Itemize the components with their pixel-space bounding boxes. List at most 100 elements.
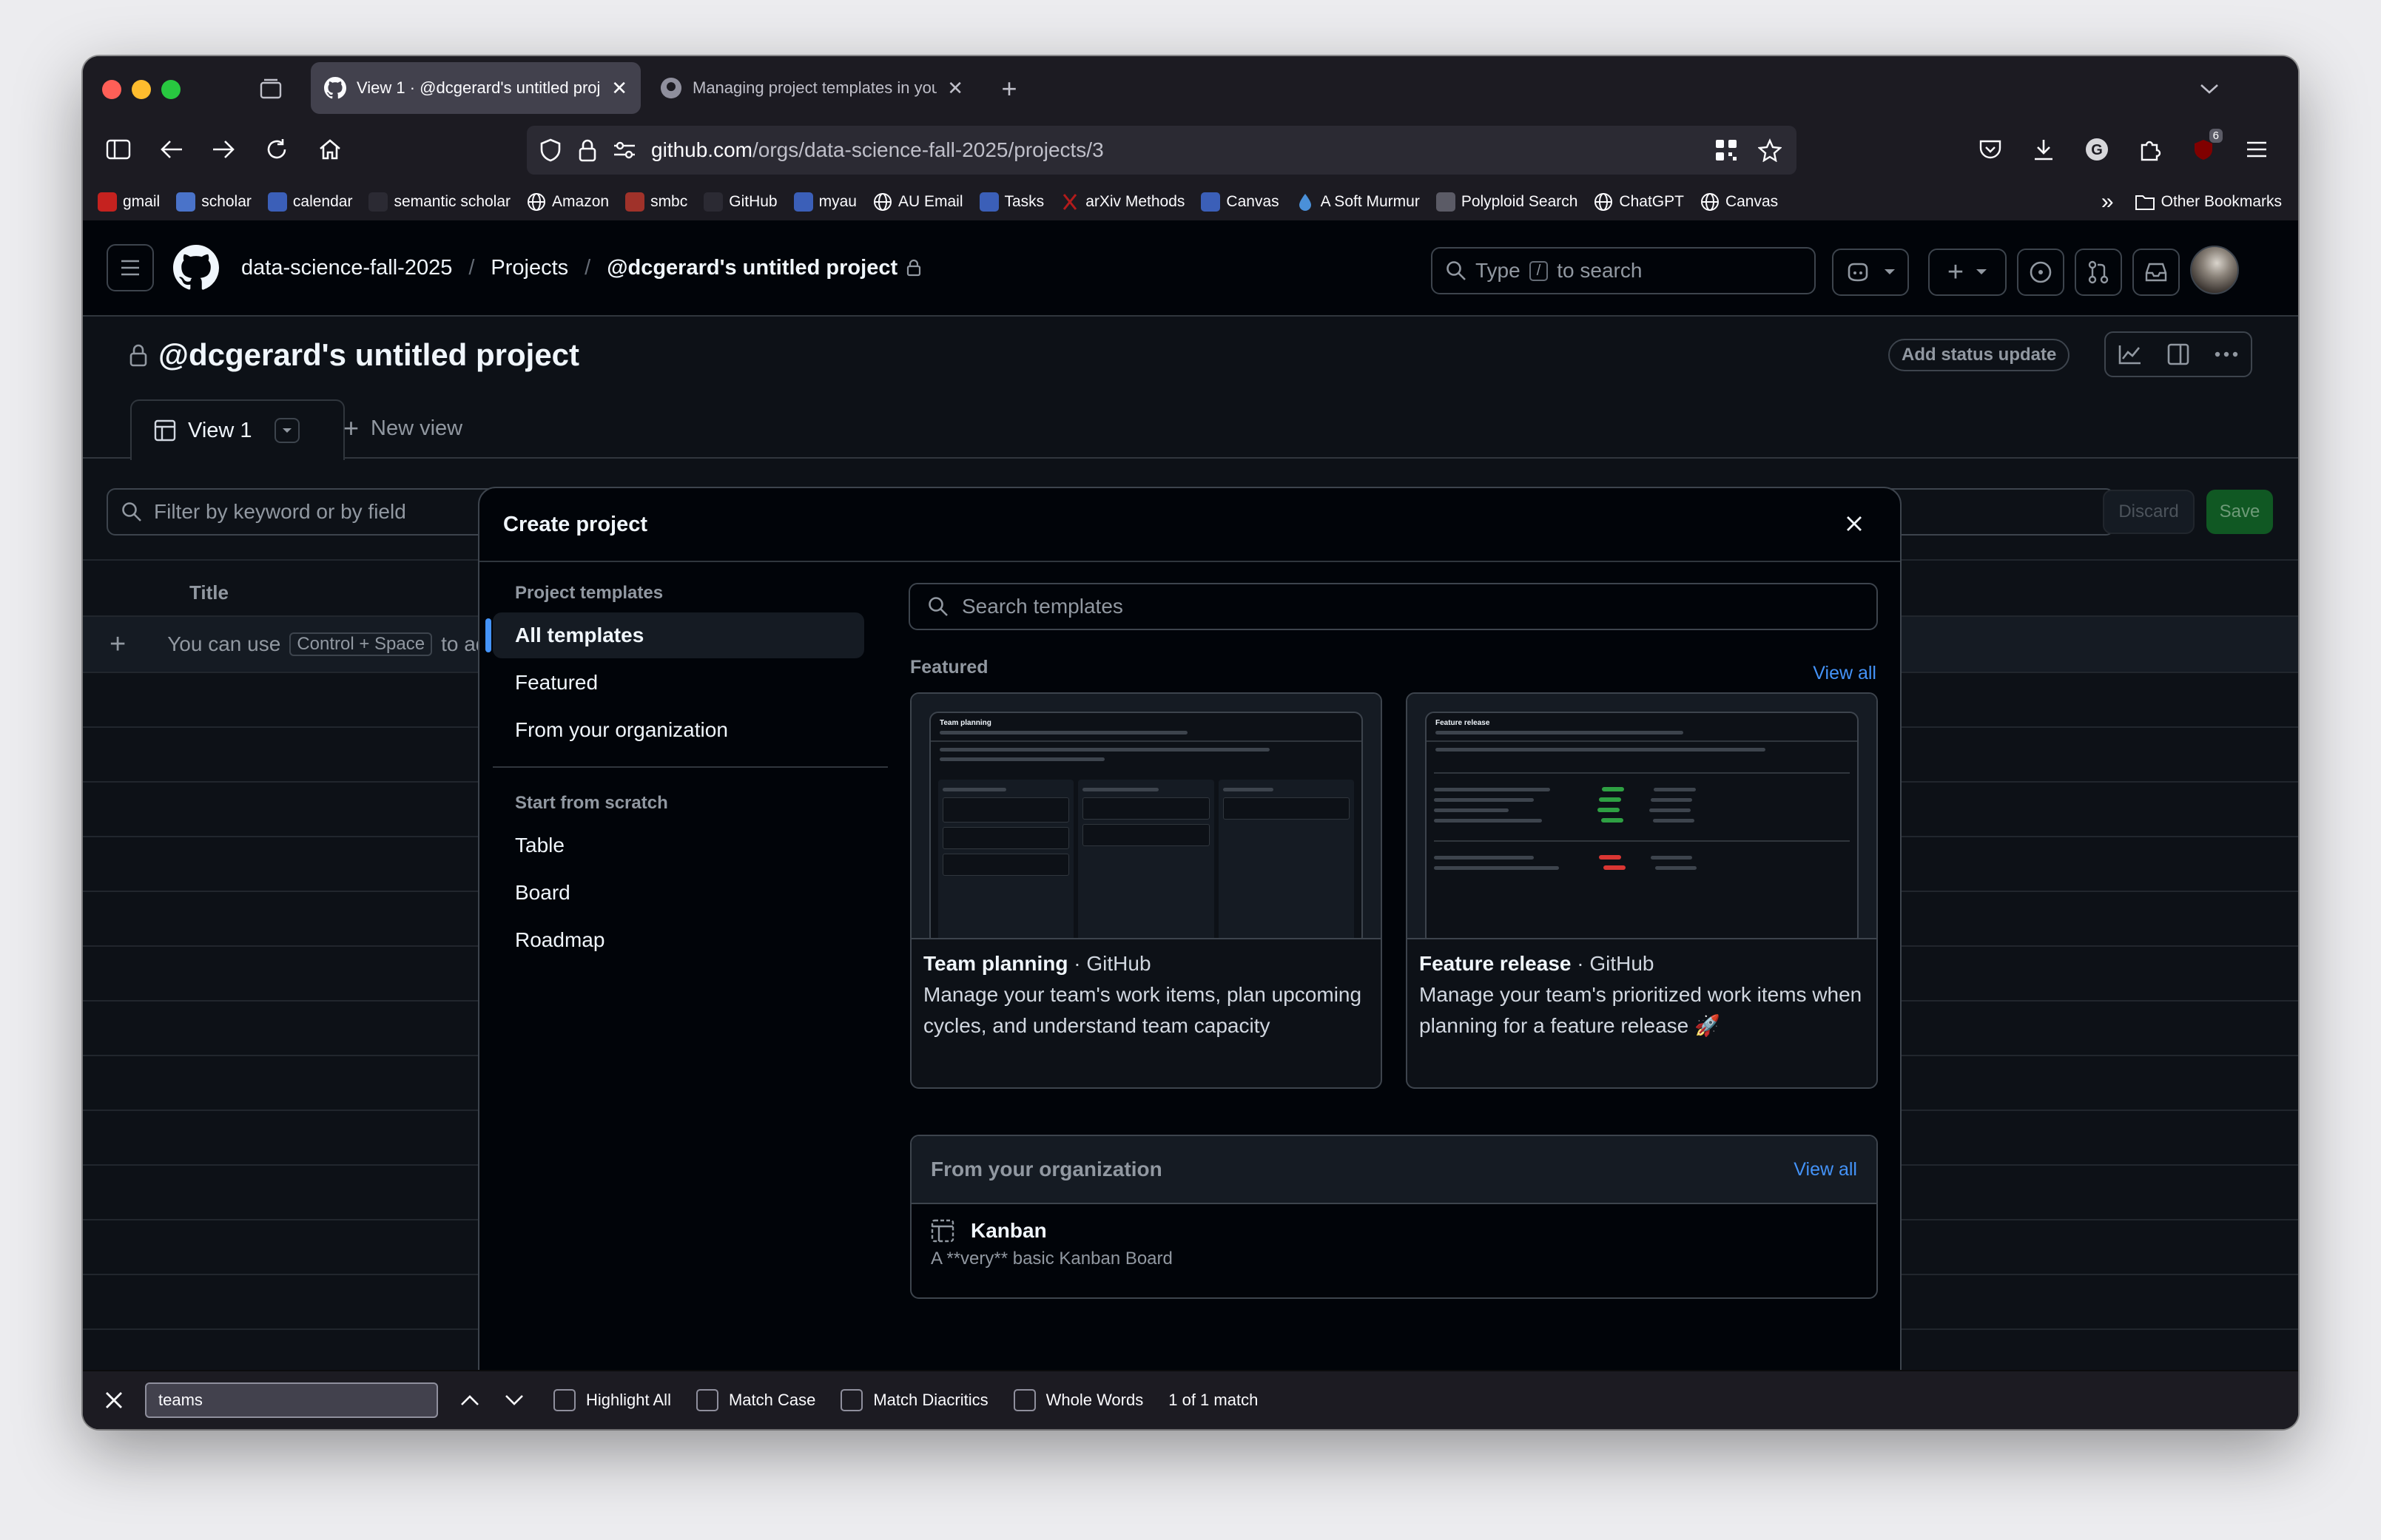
find-next-chevron-icon[interactable] (505, 1394, 524, 1406)
more-bookmarks-chevron-icon[interactable]: » (2101, 189, 2114, 215)
list-all-tabs-chevron-icon[interactable] (2189, 68, 2230, 109)
search-prefix: Type (1475, 259, 1520, 282)
sidebar-item-board[interactable]: Board (493, 870, 864, 916)
match-case-checkbox[interactable] (696, 1389, 718, 1411)
insights-chart-icon[interactable] (2118, 344, 2142, 365)
dialog-close-icon[interactable] (1844, 513, 1865, 534)
match-diacritics-checkbox[interactable] (841, 1389, 863, 1411)
org-view-all-link[interactable]: View all (1794, 1159, 1857, 1181)
app-menu-hamburger-icon[interactable] (2236, 129, 2277, 170)
bookmark-a-soft-murmur[interactable]: A Soft Murmur (1296, 192, 1420, 212)
reload-icon[interactable] (256, 129, 297, 170)
bookmark-semantic-scholar[interactable]: semantic scholar (368, 192, 511, 212)
lock-icon[interactable] (579, 138, 596, 162)
bookmark-chatgpt[interactable]: ChatGPT (1594, 192, 1684, 212)
create-new-button[interactable]: + (1928, 249, 2007, 296)
close-tab-icon[interactable]: ✕ (947, 77, 963, 100)
global-nav-menu-button[interactable] (107, 244, 154, 291)
breadcrumb-org[interactable]: data-science-fall-2025 (241, 256, 452, 280)
github-logo-icon[interactable] (173, 245, 219, 291)
highlight-all-checkbox[interactable] (553, 1389, 576, 1411)
pocket-icon[interactable] (1970, 129, 2011, 170)
match-case-option[interactable]: Match Case (696, 1389, 815, 1411)
find-input[interactable]: teams (145, 1382, 438, 1418)
bookmark-gmail[interactable]: gmail (98, 192, 160, 212)
find-previous-chevron-icon[interactable] (460, 1394, 479, 1406)
bookmark-au-email[interactable]: AU Email (873, 192, 963, 212)
back-arrow-icon[interactable] (151, 129, 192, 170)
grammarly-extension-icon[interactable]: G (2076, 129, 2118, 170)
discard-button[interactable]: Discard (2103, 490, 2195, 534)
chevron-down-icon (1976, 269, 1987, 276)
copilot-button[interactable] (1832, 249, 1909, 296)
global-search-box[interactable]: Type / to search (1431, 247, 1816, 294)
extensions-puzzle-icon[interactable] (2129, 129, 2171, 170)
bookmark-github[interactable]: GitHub (704, 192, 778, 212)
downloads-icon[interactable] (2023, 129, 2064, 170)
issues-button[interactable] (2017, 249, 2064, 296)
close-findbar-icon[interactable] (104, 1390, 124, 1411)
bookmark-canvas[interactable]: Canvas (1700, 192, 1778, 212)
bookmark-calendar[interactable]: calendar (267, 192, 352, 212)
bookmark-tasks[interactable]: Tasks (979, 192, 1044, 212)
bookmark-amazon[interactable]: Amazon (527, 192, 609, 212)
sidebar-item-featured[interactable]: Featured (493, 660, 864, 706)
sidebar-item-all-templates[interactable]: All templates (485, 612, 864, 658)
save-button[interactable]: Save (2206, 490, 2273, 534)
ublock-extension-icon[interactable]: 6 (2183, 129, 2224, 170)
new-view-button[interactable]: + New view (343, 413, 462, 444)
sidebar-item-from-org[interactable]: From your organization (493, 707, 864, 753)
search-templates-input[interactable]: Search templates (909, 583, 1878, 630)
highlight-all-option[interactable]: Highlight All (553, 1389, 671, 1411)
breadcrumb-project[interactable]: @dcgerard's untitled project (607, 256, 897, 280)
url-bar[interactable]: github.com/orgs/data-science-fall-2025/p… (527, 126, 1796, 175)
inbox-button[interactable] (2132, 249, 2180, 296)
column-title-header[interactable]: Title (189, 581, 229, 604)
template-card-feature-release[interactable]: Feature release Feature release · GitHub… (1406, 692, 1878, 1089)
close-tab-icon[interactable]: ✕ (611, 77, 627, 100)
side-panel-icon[interactable] (2167, 343, 2189, 365)
org-template-kanban[interactable]: Kanban A **very** basic Kanban Board (912, 1204, 1876, 1284)
add-status-update-button[interactable]: Add status update (1888, 339, 2070, 371)
home-icon[interactable] (309, 129, 351, 170)
github-favicon-icon (660, 77, 682, 99)
add-item-plus-icon[interactable]: + (110, 629, 126, 661)
bookmark-smbc[interactable]: smbc (625, 192, 687, 212)
bookmark-scholar[interactable]: scholar (176, 192, 252, 212)
match-diacritics-option[interactable]: Match Diacritics (841, 1389, 989, 1411)
bookmark-myau[interactable]: myau (793, 192, 857, 212)
zoom-window-button[interactable] (161, 80, 181, 99)
bookmark-arxiv-methods[interactable]: arXiv Methods (1060, 192, 1185, 212)
tab-title: View 1 · @dcgerard's untitled project (357, 78, 602, 97)
search-shortcut-key: / (1529, 260, 1549, 281)
other-bookmarks-folder[interactable]: Other Bookmarks (2135, 193, 2282, 211)
featured-view-all-link[interactable]: View all (1813, 663, 1876, 684)
new-tab-plus-icon[interactable]: + (989, 68, 1030, 109)
close-window-button[interactable] (102, 80, 121, 99)
sidebar-item-roadmap[interactable]: Roadmap (493, 917, 864, 963)
tab-project-view[interactable]: View 1 · @dcgerard's untitled project ✕ (311, 62, 641, 114)
bookmark-star-icon[interactable] (1758, 138, 1782, 162)
url-path: /orgs/data-science-fall-2025/projects/3 (752, 138, 1104, 161)
minimize-window-button[interactable] (132, 80, 151, 99)
tab-overview-icon[interactable] (250, 68, 292, 109)
whole-words-option[interactable]: Whole Words (1013, 1389, 1143, 1411)
bookmark-polyploid-search[interactable]: Polyploid Search (1435, 192, 1577, 212)
breadcrumb-projects[interactable]: Projects (491, 256, 568, 280)
permissions-icon[interactable] (613, 141, 636, 159)
pull-requests-button[interactable] (2075, 249, 2122, 296)
sidebar-toggle-icon[interactable] (98, 129, 139, 170)
template-card-team-planning[interactable]: Team planning Team planning · GitHub Man… (910, 692, 1382, 1089)
forward-arrow-icon[interactable] (203, 129, 244, 170)
view-options-chevron-icon[interactable] (274, 418, 300, 443)
sidebar-item-table[interactable]: Table (493, 823, 864, 868)
filter-placeholder: Filter by keyword or by field (154, 500, 406, 523)
bookmark-canvas[interactable]: Canvas (1201, 192, 1279, 212)
whole-words-checkbox[interactable] (1013, 1389, 1036, 1411)
tab-view-1[interactable]: View 1 (130, 399, 345, 460)
tracking-shield-icon[interactable] (540, 138, 561, 162)
user-avatar[interactable] (2190, 246, 2239, 294)
tab-managing-templates[interactable]: Managing project templates in your organ… (647, 62, 977, 114)
more-options-icon[interactable] (2215, 351, 2238, 357)
qr-code-icon[interactable] (1715, 139, 1737, 161)
